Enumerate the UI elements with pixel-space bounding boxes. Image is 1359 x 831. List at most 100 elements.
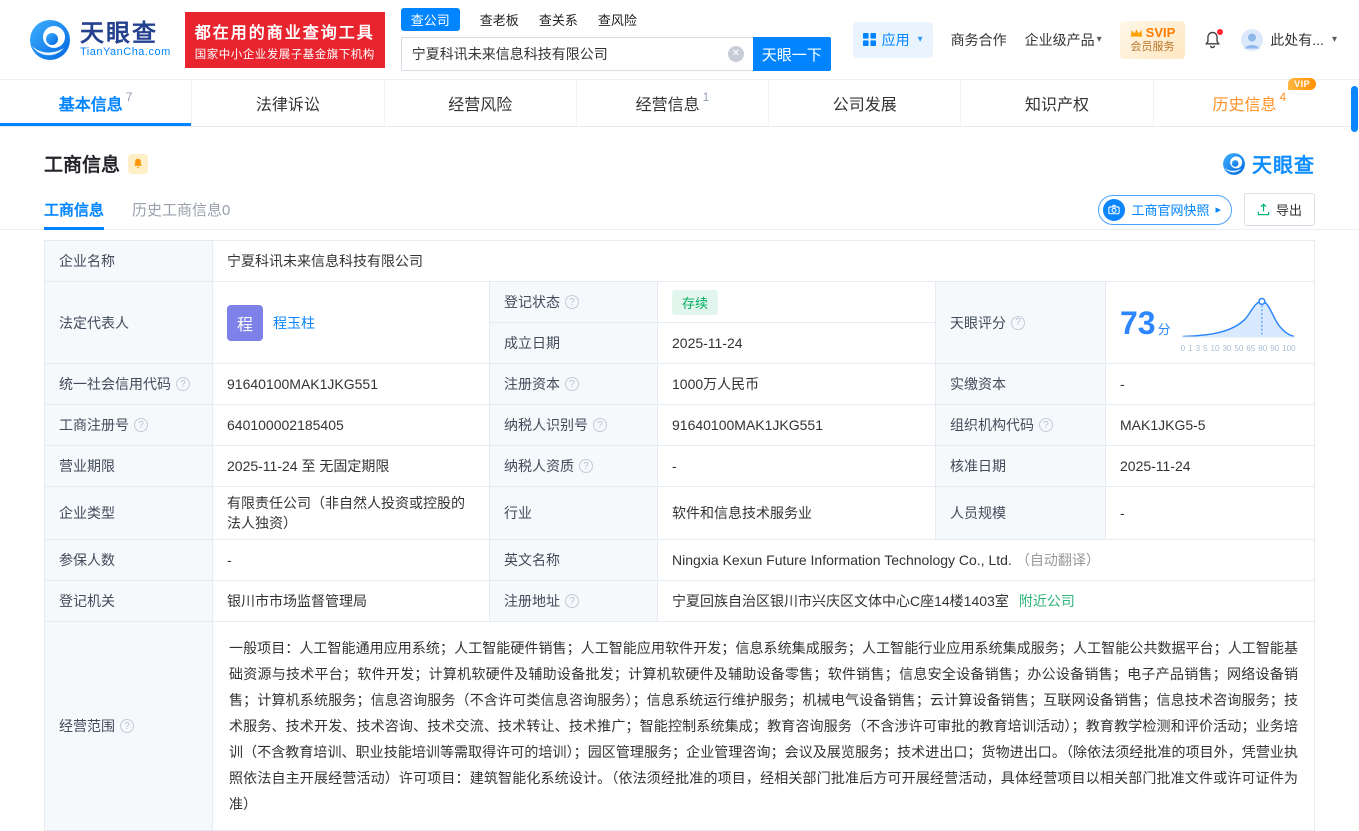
subtab-row: 工商信息 历史工商信息0 工商官网快照 ▸ 导出 xyxy=(0,190,1359,230)
reg-number-label: 工商注册号? xyxy=(45,405,213,446)
help-icon[interactable]: ? xyxy=(1039,418,1053,432)
subtab-actions: 工商官网快照 ▸ 导出 xyxy=(1098,193,1315,226)
help-icon[interactable]: ? xyxy=(593,418,607,432)
svip-sub-label: 会员服务 xyxy=(1130,40,1175,53)
subscribe-bell-icon[interactable] xyxy=(128,153,149,174)
reg-capital-value: 1000万人民币 xyxy=(658,364,936,405)
subtab-business-info[interactable]: 工商信息 xyxy=(44,190,105,230)
help-icon[interactable]: ? xyxy=(565,594,579,608)
help-icon[interactable]: ? xyxy=(579,459,593,473)
org-code-value: MAK1JKG5-5 xyxy=(1106,405,1315,446)
credit-code-label: 统一社会信用代码? xyxy=(45,364,213,405)
section-title: 工商信息 xyxy=(44,155,121,176)
industry-label: 行业 xyxy=(490,487,658,540)
nearby-companies-link[interactable]: 附近公司 xyxy=(1019,591,1075,611)
legal-rep-link[interactable]: 程玉柱 xyxy=(273,313,315,333)
user-avatar-icon xyxy=(1241,28,1264,51)
industry-value: 软件和信息技术服务业 xyxy=(658,487,936,540)
caret-down-icon: ▾ xyxy=(1096,34,1102,45)
user-name: 此处有... xyxy=(1270,31,1324,48)
help-icon[interactable]: ? xyxy=(565,377,579,391)
subtab-label: 工商信息 xyxy=(44,202,105,219)
brand-name: 天眼查 xyxy=(80,19,158,47)
caret-down-icon: ▾ xyxy=(917,34,923,45)
company-name-value: 宁夏科讯未来信息科技有限公司 xyxy=(213,241,1315,282)
paid-capital-value: - xyxy=(1106,364,1315,405)
slogan-line1: 都在用的商业查询工具 xyxy=(194,24,375,42)
section-head: 工商信息 天眼查 xyxy=(0,127,1359,178)
scrollbar-thumb[interactable] xyxy=(1351,86,1358,132)
camera-icon xyxy=(1103,198,1126,221)
slogan-line2: 国家中小企业发展子基金旗下机构 xyxy=(194,48,375,61)
tab-label: 历史信息 xyxy=(1212,97,1277,114)
business-term-value: 2025-11-24 至 无固定期限 xyxy=(213,446,490,487)
business-scope-label: 经营范围? xyxy=(45,622,213,831)
notification-bell-icon[interactable] xyxy=(1203,28,1224,50)
logo-text: 天眼查 TianYanCha.com xyxy=(80,21,171,58)
help-icon[interactable]: ? xyxy=(1011,315,1025,330)
establish-date-value: 2025-11-24 xyxy=(658,323,936,364)
user-menu[interactable]: 此处有... ▾ xyxy=(1240,28,1337,52)
tianyancha-eye-icon xyxy=(1223,152,1245,175)
search-tab-relation[interactable]: 查关系 xyxy=(539,10,578,29)
tab-basic-info[interactable]: 基本信息 7 xyxy=(0,80,192,126)
score-value: 73 分 xyxy=(1120,304,1171,341)
tab-label: 公司发展 xyxy=(832,97,897,114)
tab-intellectual-property[interactable]: 知识产权 xyxy=(960,80,1152,126)
search-row: ✕ 天眼一下 xyxy=(400,37,831,71)
tab-operating-info[interactable]: 经营信息 1 xyxy=(575,80,768,126)
business-cooperation-link[interactable]: 商务合作 xyxy=(951,30,1007,50)
search-input[interactable] xyxy=(401,46,753,62)
staff-size-value: - xyxy=(1106,487,1315,540)
reg-status-label: 登记状态? xyxy=(490,282,658,323)
score-cell: 73 分 0 1 3 5 10 30 50 65 80 90 100 xyxy=(1106,282,1315,364)
export-button[interactable]: 导出 xyxy=(1243,193,1315,226)
tab-count: 1 xyxy=(702,90,710,104)
search-button[interactable]: 天眼一下 xyxy=(752,37,831,71)
subtab-history-business-info[interactable]: 历史工商信息0 xyxy=(132,190,230,229)
tab-label: 经营风险 xyxy=(448,97,513,114)
score-label: 天眼评分? xyxy=(936,282,1106,364)
chevron-right-icon: ▸ xyxy=(1215,204,1221,216)
staff-size-label: 人员规模 xyxy=(936,487,1106,540)
subtab-label: 历史工商信息0 xyxy=(132,202,231,219)
header-right: 应用 ▾ 商务合作 企业级产品 ▾ SVIP 会员服务 此处有... ▾ xyxy=(852,20,1337,59)
reg-address-value: 宁夏回族自治区银川市兴庆区文体中心C座14楼1403室 附近公司 xyxy=(658,581,1315,622)
tab-legal-litigation[interactable]: 法律诉讼 xyxy=(191,80,383,126)
tianyancha-logo[interactable]: 天眼查 TianYanCha.com xyxy=(28,18,171,62)
search-tab-company[interactable]: 查公司 xyxy=(400,8,460,31)
main-tabs: 基本信息 7 法律诉讼 经营风险 经营信息 1 公司发展 知识产权 历史信息 4 VIP xyxy=(0,78,1359,127)
topbar: 天眼查 TianYanCha.com 都在用的商业查询工具 国家中小企业发展子基… xyxy=(0,0,1359,80)
enterprise-product-link[interactable]: 企业级产品 ▾ xyxy=(1025,30,1102,50)
company-name-label: 企业名称 xyxy=(45,241,213,282)
search-tab-boss[interactable]: 查老板 xyxy=(480,10,519,29)
help-icon[interactable]: ? xyxy=(176,377,190,391)
snapshot-label: 工商官网快照 xyxy=(1131,203,1210,218)
org-code-label: 组织机构代码? xyxy=(936,405,1106,446)
tab-history-info[interactable]: 历史信息 4 VIP xyxy=(1152,78,1345,126)
help-icon[interactable]: ? xyxy=(565,295,579,309)
slogan-badge: 都在用的商业查询工具 国家中小企业发展子基金旗下机构 xyxy=(184,11,385,68)
reg-capital-label: 注册资本? xyxy=(490,364,658,405)
apps-button[interactable]: 应用 ▾ xyxy=(852,21,933,58)
tab-label: 基本信息 xyxy=(58,97,123,114)
approval-date-label: 核准日期 xyxy=(936,446,1106,487)
help-icon[interactable]: ? xyxy=(134,418,148,432)
caret-down-icon: ▾ xyxy=(1331,34,1337,45)
official-snapshot-button[interactable]: 工商官网快照 ▸ xyxy=(1098,194,1232,225)
taxpayer-quality-label: 纳税人资质? xyxy=(490,446,658,487)
tab-operating-risk[interactable]: 经营风险 xyxy=(383,80,576,126)
apps-label: 应用 xyxy=(881,31,910,48)
cooperation-label: 商务合作 xyxy=(950,31,1007,48)
tab-company-development[interactable]: 公司发展 xyxy=(768,80,960,126)
clear-icon[interactable]: ✕ xyxy=(727,46,744,62)
notification-dot xyxy=(1217,28,1224,35)
tab-count: 7 xyxy=(125,90,133,104)
export-label: 导出 xyxy=(1275,203,1302,218)
taxpayer-quality-value: - xyxy=(658,446,936,487)
legal-rep-avatar[interactable]: 程 xyxy=(227,304,263,341)
reg-status-value: 存续 xyxy=(658,282,936,323)
svip-member-badge[interactable]: SVIP 会员服务 xyxy=(1119,20,1186,59)
search-tab-risk[interactable]: 查风险 xyxy=(598,10,637,29)
help-icon[interactable]: ? xyxy=(120,719,134,733)
